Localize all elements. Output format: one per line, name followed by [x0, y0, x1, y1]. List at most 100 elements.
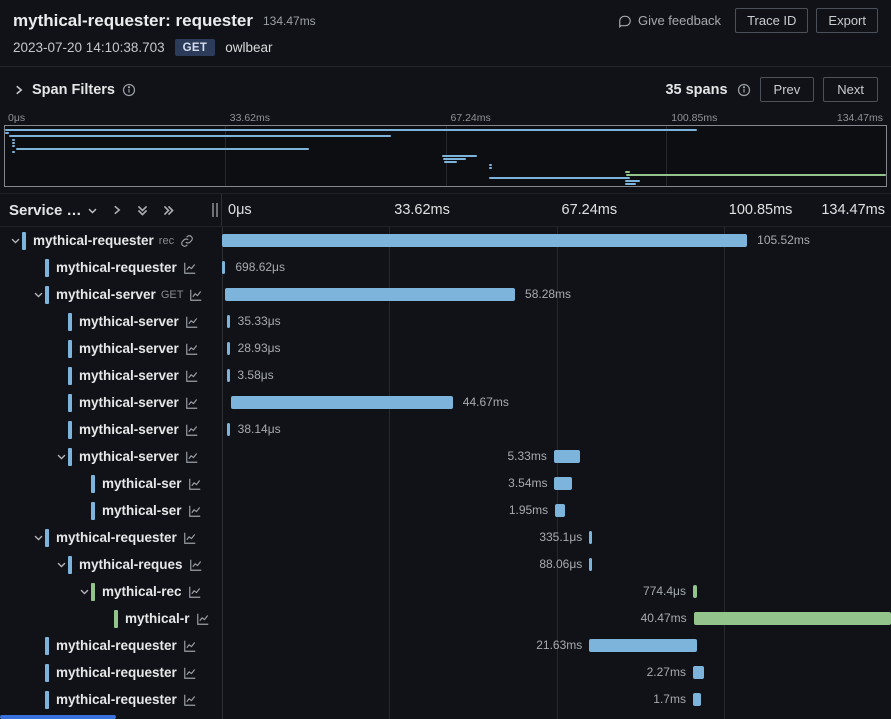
span-filters-bar: Span Filters 35 spans Prev Next [0, 67, 891, 112]
service-color-strip [45, 528, 49, 547]
chart-icon[interactable] [183, 531, 197, 545]
link-icon[interactable] [180, 234, 194, 248]
chart-icon[interactable] [185, 396, 199, 410]
trace-minimap: 0μs 33.62ms 67.24ms 100.85ms 134.47ms [4, 112, 887, 187]
span-bar[interactable] [589, 558, 593, 571]
span-duration-label: 88.06μs [539, 557, 583, 571]
span-bar[interactable] [230, 396, 453, 409]
span-duration-label: 58.28ms [525, 287, 572, 301]
span-bar[interactable] [222, 261, 226, 274]
chart-icon[interactable] [189, 558, 203, 572]
span-row[interactable]: mythical-requester rec 105.52ms [0, 227, 891, 254]
prev-button[interactable]: Prev [759, 77, 815, 102]
target-name: owlbear [225, 40, 273, 55]
chart-icon[interactable] [188, 585, 202, 599]
span-rows: mythical-requester rec 105.52ms mythical-re… [0, 227, 891, 719]
span-bar[interactable] [227, 342, 231, 355]
span-row[interactable]: mythical-server 38.14μs [0, 416, 891, 443]
span-duration-label: 1.7ms [653, 692, 686, 706]
minimap-span [626, 173, 886, 176]
span-bar[interactable] [589, 531, 593, 544]
span-row[interactable]: mythical-server GET 58.28ms [0, 281, 891, 308]
service-name: mythical-server [56, 287, 156, 302]
span-bar[interactable] [692, 666, 705, 679]
chart-icon[interactable] [188, 477, 202, 491]
span-bar[interactable] [555, 504, 565, 517]
span-row[interactable]: mythical-requester 698.62μs [0, 254, 891, 281]
chart-icon[interactable] [185, 423, 199, 437]
chart-icon[interactable] [183, 261, 197, 275]
chart-icon[interactable] [183, 666, 197, 680]
span-row[interactable]: mythical-server 5.33ms [0, 443, 891, 470]
service-name: mythical-requester [56, 692, 177, 707]
trace-id-button[interactable]: Trace ID [735, 8, 809, 33]
chevron-down-icon[interactable] [31, 532, 45, 543]
chart-icon[interactable] [183, 639, 197, 653]
chart-icon[interactable] [183, 693, 197, 707]
span-bar[interactable] [227, 315, 231, 328]
chart-icon[interactable] [188, 504, 202, 518]
span-row[interactable]: mythical-server 28.93μs [0, 335, 891, 362]
span-bar[interactable] [227, 369, 231, 382]
span-row[interactable]: mythical-ser 1.95ms [0, 497, 891, 524]
minimap-span [488, 177, 631, 179]
span-row[interactable]: mythical-r 40.47ms [0, 605, 891, 632]
column-resize-handle[interactable] [212, 203, 218, 217]
expand-all-icon[interactable] [162, 204, 175, 217]
service-name: mythical-requester [56, 665, 177, 680]
chevron-right-icon[interactable] [111, 204, 123, 216]
chevron-down-icon[interactable] [77, 586, 91, 597]
minimap-canvas[interactable] [4, 125, 887, 187]
chevron-down-icon[interactable] [54, 451, 68, 462]
span-row[interactable]: mythical-server 44.67ms [0, 389, 891, 416]
service-name: mythical-ser [102, 503, 182, 518]
service-name: mythical-reques [79, 557, 183, 572]
span-row[interactable]: mythical-reques 88.06μs [0, 551, 891, 578]
span-row[interactable]: mythical-requester 21.63ms [0, 632, 891, 659]
service-color-strip [68, 393, 72, 412]
chart-icon[interactable] [185, 342, 199, 356]
chart-icon[interactable] [185, 369, 199, 383]
chevron-down-icon[interactable] [8, 235, 22, 246]
chart-icon[interactable] [196, 612, 210, 626]
waterfall-header-left: Service … [0, 194, 222, 226]
scrollbar-thumb[interactable] [0, 715, 116, 719]
span-duration-label: 335.1μs [539, 530, 583, 544]
span-bar[interactable] [692, 693, 702, 706]
chevron-right-icon[interactable] [13, 84, 25, 96]
chart-icon[interactable] [185, 450, 199, 464]
gridline [665, 126, 667, 186]
span-bar[interactable] [227, 423, 231, 436]
chart-icon[interactable] [185, 315, 199, 329]
span-row[interactable]: mythical-requester 335.1μs [0, 524, 891, 551]
span-bar[interactable] [589, 639, 697, 652]
service-color-strip [45, 636, 49, 655]
minimap-span [442, 157, 466, 160]
span-bar[interactable] [692, 585, 697, 598]
span-bar[interactable] [693, 612, 891, 625]
span-bar[interactable] [554, 477, 573, 490]
span-bar[interactable] [222, 234, 748, 247]
span-bar[interactable] [225, 288, 516, 301]
give-feedback-button[interactable]: Give feedback [612, 12, 727, 29]
span-row[interactable]: mythical-rec 774.4μs [0, 578, 891, 605]
span-row[interactable]: mythical-server 35.33μs [0, 308, 891, 335]
chevron-down-icon[interactable] [54, 559, 68, 570]
span-row[interactable]: mythical-ser 3.54ms [0, 470, 891, 497]
chart-icon[interactable] [189, 288, 203, 302]
service-name: mythical-server [79, 314, 179, 329]
service-column-dropdown[interactable]: Service … [9, 202, 98, 219]
span-filters-label[interactable]: Span Filters [32, 82, 115, 98]
chevron-down-icon[interactable] [31, 289, 45, 300]
span-row[interactable]: mythical-requester 1.7ms [0, 686, 891, 713]
span-row[interactable]: mythical-server 3.58μs [0, 362, 891, 389]
http-method-badge: GET [174, 39, 216, 56]
next-button[interactable]: Next [823, 77, 878, 102]
span-duration-label: 21.63ms [536, 638, 583, 652]
span-bar[interactable] [553, 450, 581, 463]
collapse-all-icon[interactable] [136, 204, 149, 217]
tick-label: 100.85ms [671, 112, 718, 124]
span-row[interactable]: mythical-requester 2.27ms [0, 659, 891, 686]
minimap-span [488, 167, 492, 170]
export-button[interactable]: Export [816, 8, 878, 33]
